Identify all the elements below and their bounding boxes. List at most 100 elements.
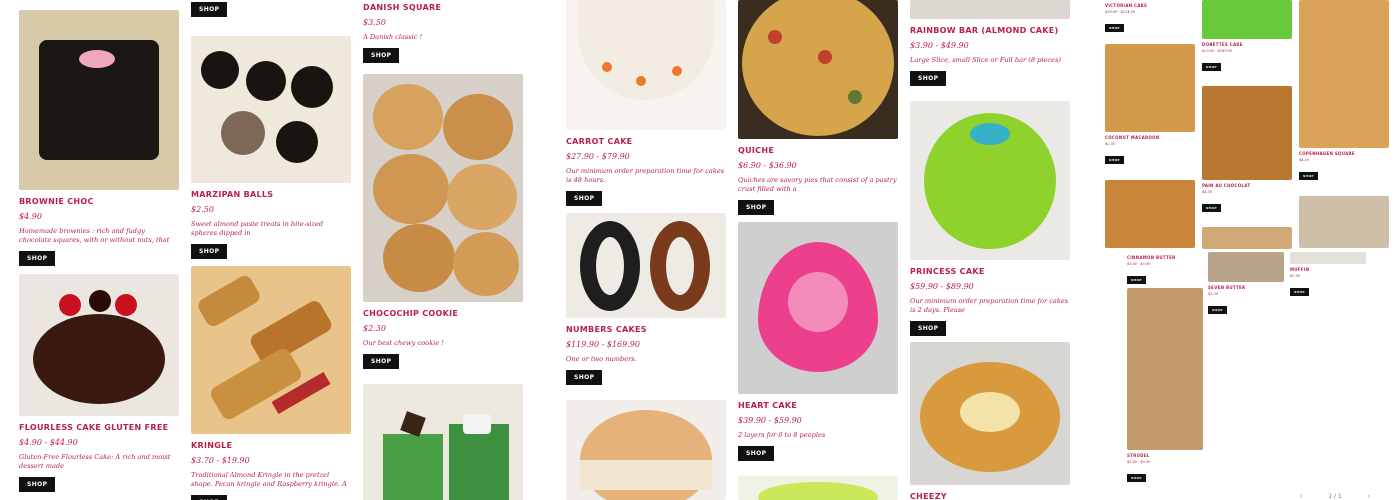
shop-button[interactable]: SHOP xyxy=(910,321,947,336)
mini-shop-button[interactable]: SHOP xyxy=(1202,63,1222,71)
product-title[interactable]: Rainbow Bar (Almond Cake) xyxy=(910,26,1070,35)
mini-product-image[interactable] xyxy=(1290,252,1366,264)
product-card: Heart Cake $39.90 - $59.90 2 layers for … xyxy=(738,222,898,461)
product-image[interactable] xyxy=(738,0,898,139)
mini-product-image[interactable] xyxy=(1208,252,1284,282)
shop-button[interactable]: SHOP xyxy=(191,244,228,259)
product-title[interactable]: Numbers Cakes xyxy=(566,325,726,334)
product-title[interactable]: Cheezy xyxy=(910,492,1070,500)
product-price: $2.50 xyxy=(191,205,214,214)
product-image[interactable] xyxy=(910,342,1070,485)
shop-button[interactable]: SHOP xyxy=(19,251,56,266)
mini-product-title[interactable]: Coconut Macaroon xyxy=(1105,135,1195,140)
shop-button[interactable]: SHOP xyxy=(363,48,400,63)
product-price: $27.90 - $79.90 xyxy=(566,152,630,161)
product-image[interactable] xyxy=(566,0,726,130)
product-image[interactable] xyxy=(19,274,179,416)
product-title[interactable]: Flourless Cake Gluten Free xyxy=(19,423,179,432)
mini-product-card: Muffin $2.90 SHOP xyxy=(1290,252,1366,297)
mini-shop-button[interactable]: SHOP xyxy=(1299,172,1319,180)
mini-product-card xyxy=(1105,180,1195,248)
product-card: Kringle $3.70 - $19.90 Traditional Almon… xyxy=(191,266,351,500)
product-title[interactable]: Marzipan Balls xyxy=(191,190,351,199)
product-title[interactable]: Quiche xyxy=(738,146,898,155)
shop-button[interactable]: SHOP xyxy=(738,446,775,461)
mini-product-title[interactable]: Pain au Chocolat xyxy=(1202,183,1292,188)
product-image[interactable] xyxy=(910,101,1070,260)
product-image[interactable] xyxy=(19,10,179,190)
mini-product-title[interactable]: Victorian Cake xyxy=(1105,3,1195,8)
product-image[interactable] xyxy=(738,222,898,394)
mini-product-title[interactable]: Seven Butter xyxy=(1208,285,1284,290)
product-description: Our minimum order preparation time for c… xyxy=(566,167,725,184)
mini-product-title[interactable]: Strudel xyxy=(1127,453,1203,458)
product-card xyxy=(738,476,898,500)
product-title[interactable]: Princess Cake xyxy=(910,267,1070,276)
shop-button[interactable]: SHOP xyxy=(566,370,603,385)
product-title[interactable]: Heart Cake xyxy=(738,401,898,410)
product-title[interactable]: Brownie Choc xyxy=(19,197,179,206)
product-card: Chocochip Cookie $2.30 Our best chewy co… xyxy=(363,74,523,369)
product-image[interactable] xyxy=(566,213,726,318)
mini-product-image[interactable] xyxy=(1299,0,1389,148)
mini-shop-button[interactable]: SHOP xyxy=(1127,474,1147,482)
mini-product-title[interactable]: Cinnamon Butter xyxy=(1127,255,1203,260)
mini-product-title[interactable]: Muffin xyxy=(1290,267,1366,272)
product-price: $4.90 xyxy=(19,212,42,221)
product-image[interactable] xyxy=(738,476,898,500)
shop-button[interactable]: SHOP xyxy=(363,354,400,369)
mini-product-image[interactable] xyxy=(1105,44,1195,132)
shop-button[interactable]: SHOP xyxy=(910,71,947,86)
mini-shop-button[interactable]: SHOP xyxy=(1208,306,1228,314)
product-title[interactable]: Carrot Cake xyxy=(566,137,726,146)
mini-product-image[interactable] xyxy=(1202,0,1292,39)
mini-product-price: $39.90 - $124.90 xyxy=(1105,10,1136,14)
product-image[interactable] xyxy=(363,384,523,500)
prev-page-button[interactable]: ‹ xyxy=(1300,493,1302,500)
product-price: $3.50 xyxy=(363,18,386,27)
shop-button[interactable]: SHOP xyxy=(191,2,228,17)
mini-product-image[interactable] xyxy=(1202,227,1292,249)
mini-shop-button[interactable]: SHOP xyxy=(1202,204,1222,212)
mini-product-image[interactable] xyxy=(1127,288,1203,450)
product-price: $6.90 - $36.90 xyxy=(738,161,797,170)
product-price: $119.90 - $169.90 xyxy=(566,340,640,349)
mini-product-card: Coconut Macaroon $2.50 SHOP xyxy=(1105,44,1195,165)
shop-button[interactable]: SHOP xyxy=(191,495,228,500)
mini-product-image[interactable] xyxy=(1299,196,1389,248)
mini-shop-button[interactable]: SHOP xyxy=(1105,156,1125,164)
shop-button[interactable]: SHOP xyxy=(19,477,56,492)
product-description: One or two numbers. xyxy=(566,355,637,363)
next-page-button[interactable]: › xyxy=(1368,493,1370,500)
product-image[interactable] xyxy=(191,266,351,434)
shop-button[interactable]: SHOP xyxy=(738,200,775,215)
mini-shop-button[interactable]: SHOP xyxy=(1290,288,1310,296)
product-image[interactable] xyxy=(363,74,523,302)
mini-product-card: Victorian Cake $39.90 - $124.90 SHOP xyxy=(1105,0,1195,33)
product-title[interactable]: Chocochip Cookie xyxy=(363,309,523,318)
product-price: $39.90 - $59.90 xyxy=(738,416,802,425)
product-image[interactable] xyxy=(191,36,351,183)
mini-product-card xyxy=(1299,196,1389,248)
product-title[interactable]: Danish Square xyxy=(363,3,523,12)
product-title[interactable]: Kringle xyxy=(191,441,351,450)
mini-product-title[interactable]: Copenhagen Square xyxy=(1299,151,1389,156)
mini-product-image[interactable] xyxy=(1202,86,1292,180)
pagination: ‹ 1 / 1 › xyxy=(1300,492,1370,500)
product-price: $3.70 - $19.90 xyxy=(191,456,250,465)
mini-product-image[interactable] xyxy=(1105,180,1195,248)
product-card: Flourless Cake Gluten Free $4.90 - $44.9… xyxy=(19,274,179,492)
product-image[interactable] xyxy=(566,400,726,500)
product-description: A Danish classic ! xyxy=(363,33,423,41)
product-description: Sweet almond paste treats in bite-sized … xyxy=(191,220,324,237)
shop-button[interactable]: SHOP xyxy=(566,191,603,206)
mini-shop-button[interactable]: SHOP xyxy=(1127,276,1147,284)
product-price: $4.90 - $44.90 xyxy=(19,438,78,447)
product-description: Traditional Almond Kringle in the pretze… xyxy=(191,471,347,488)
mini-shop-button[interactable]: SHOP xyxy=(1105,24,1125,32)
product-card: Rainbow Bar (Almond Cake) $3.90 - $49.90… xyxy=(910,0,1070,86)
mini-product-title[interactable]: Dobettes Cake xyxy=(1202,42,1292,47)
product-image[interactable] xyxy=(910,0,1070,19)
mini-product-price: $2.90 xyxy=(1290,274,1301,278)
product-card: Danish Square $3.50 A Danish classic ! S… xyxy=(363,0,523,63)
